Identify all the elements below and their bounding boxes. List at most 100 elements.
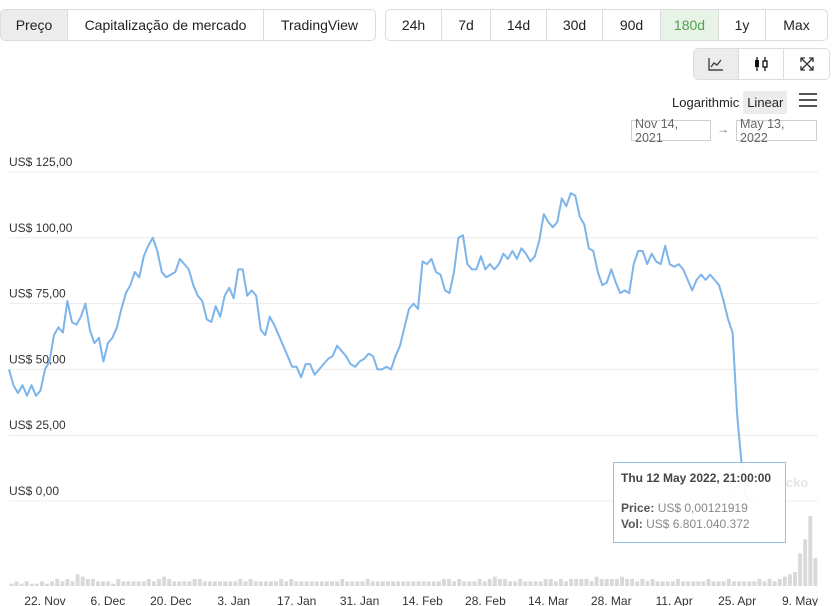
volume-bar <box>75 574 80 586</box>
volume-bar <box>645 581 650 586</box>
range-1y-button[interactable]: 1y <box>719 10 766 40</box>
chart-tooltip: Thu 12 May 2022, 21:00:00 Price: US$ 0,0… <box>613 462 786 543</box>
volume-bar <box>85 579 90 586</box>
logarithmic-option[interactable]: Logarithmic <box>668 91 743 114</box>
volume-bar <box>401 581 406 586</box>
chart-menu-icon[interactable] <box>799 93 817 109</box>
volume-bar <box>553 581 558 586</box>
volume-bar <box>274 581 278 586</box>
volume-bar <box>533 581 538 586</box>
volume-bar <box>162 576 167 586</box>
volume-bar <box>803 539 808 586</box>
volume-bar <box>742 581 747 586</box>
volume-bar <box>411 581 416 586</box>
volume-bar <box>701 581 706 586</box>
volume-bar <box>793 572 797 586</box>
price-tabs: Preço Capitalização de mercado TradingView <box>0 9 376 41</box>
volume-bar <box>676 579 680 586</box>
range-30d-button[interactable]: 30d <box>547 10 603 40</box>
tooltip-price-row: Price: US$ 0,00121919 <box>621 501 778 515</box>
volume-bar <box>187 581 192 586</box>
volume-bar <box>370 581 375 586</box>
x-tick-label: 28. Mar <box>591 594 632 606</box>
volume-bar <box>355 581 360 586</box>
tab-tradingview[interactable]: TradingView <box>264 10 375 40</box>
volume-bar <box>202 581 207 586</box>
volume-bar <box>80 576 85 586</box>
volume-bar <box>248 579 253 586</box>
volume-bar <box>309 581 314 586</box>
volume-bar <box>609 579 614 586</box>
volume-bar <box>787 574 792 586</box>
tab-preco[interactable]: Preço <box>1 10 68 40</box>
volume-bar <box>45 583 50 586</box>
volume-bar <box>197 579 202 586</box>
volume-bar <box>630 579 635 586</box>
volume-bar <box>421 581 426 586</box>
x-tick-label: 20. Dec <box>150 594 191 606</box>
volume-bar <box>345 581 350 586</box>
range-24h-button[interactable]: 24h <box>386 10 442 40</box>
volume-bar <box>233 581 238 586</box>
volume-bar <box>289 579 294 586</box>
tooltip-vol-row: Vol: US$ 6.801.040.372 <box>621 517 778 531</box>
range-90d-button[interactable]: 90d <box>603 10 661 40</box>
volume-bar <box>391 581 395 586</box>
volume-bar <box>482 581 487 586</box>
volume-bar <box>340 579 345 586</box>
volume-bar <box>462 581 467 586</box>
volume-bar <box>447 579 451 586</box>
fullscreen-button[interactable] <box>784 49 829 79</box>
volume-bar <box>360 581 365 586</box>
volume-bar <box>538 581 543 586</box>
volume-bar <box>121 581 126 586</box>
volume-bar <box>146 579 151 586</box>
volume-bar <box>396 581 401 586</box>
range-14d-button[interactable]: 14d <box>491 10 547 40</box>
volume-bar <box>772 581 777 586</box>
volume-bar <box>263 581 268 586</box>
volume-bar <box>650 579 655 586</box>
y-tick-label: US$ 50,00 <box>9 352 66 366</box>
volume-bar <box>706 579 711 586</box>
volume-bar <box>218 581 222 586</box>
volume-bar <box>24 581 29 586</box>
volume-bar <box>172 581 177 586</box>
tab-capitalizacao-de-mercado[interactable]: Capitalização de mercado <box>68 10 264 40</box>
volume-bar <box>111 583 116 586</box>
candlestick-button[interactable] <box>739 49 784 79</box>
volume-bar <box>55 579 60 586</box>
volume-bar <box>330 581 334 586</box>
volume-bar <box>136 581 141 586</box>
volume-bar <box>625 579 630 586</box>
y-tick-label: US$ 125,00 <box>9 155 73 169</box>
linear-option[interactable]: Linear <box>743 90 788 114</box>
range-180d-button[interactable]: 180d <box>661 10 719 40</box>
volume-bar <box>752 581 757 586</box>
volume-bar <box>279 579 284 586</box>
volume-bar <box>457 579 462 586</box>
range-max-button[interactable]: Max <box>766 10 827 40</box>
volume-bar <box>223 581 228 586</box>
volume-bar <box>574 579 579 586</box>
volume-bar <box>579 579 584 586</box>
date-to-input[interactable]: May 13, 2022 <box>736 117 817 145</box>
chart-type-selector <box>693 48 830 80</box>
range-7d-button[interactable]: 7d <box>442 10 491 40</box>
y-tick-label: US$ 25,00 <box>9 418 66 432</box>
date-from-input[interactable]: Nov 14, 2021 <box>631 117 711 145</box>
tooltip-title: Thu 12 May 2022, 21:00:00 <box>621 471 772 485</box>
x-tick-label: 31. Jan <box>340 594 379 606</box>
volume-bar <box>492 576 497 586</box>
volume-bar <box>386 581 390 586</box>
volume-bar <box>365 579 370 586</box>
fullscreen-icon <box>799 57 814 71</box>
volume-bar <box>467 581 472 586</box>
line-chart-button[interactable] <box>694 49 739 79</box>
volume-bar <box>50 581 55 586</box>
price-line <box>8 192 756 502</box>
volume-bar <box>65 579 70 586</box>
x-tick-label: 14. Feb <box>402 594 443 606</box>
volume-bar <box>782 576 787 586</box>
volume-bar <box>559 579 563 586</box>
